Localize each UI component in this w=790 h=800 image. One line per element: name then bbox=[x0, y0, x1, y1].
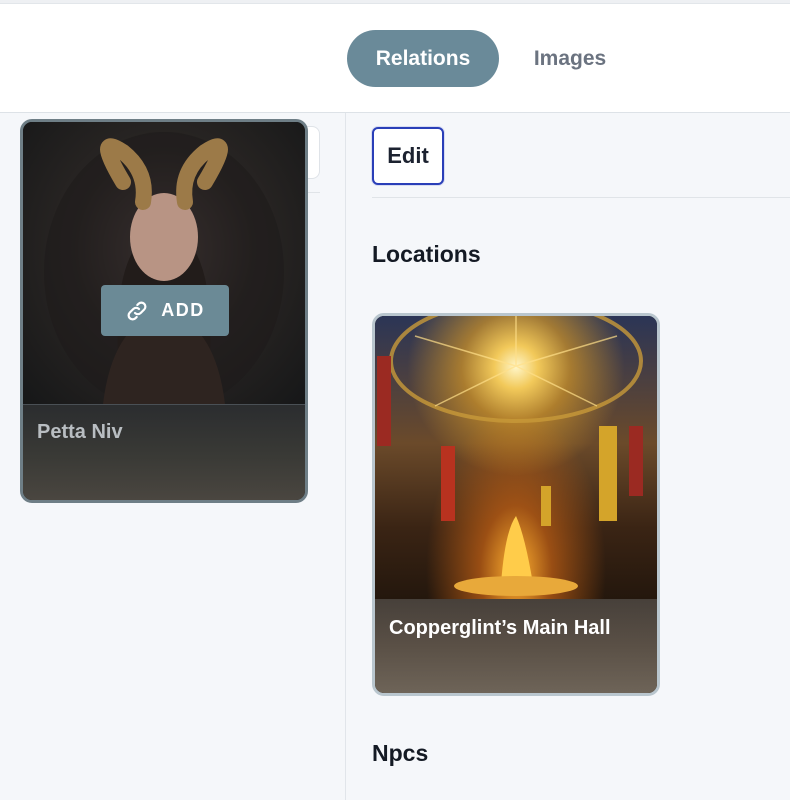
section-title-npcs: Npcs bbox=[372, 740, 429, 766]
location-caption: Copperglint’s Main Hall bbox=[375, 599, 657, 693]
section-title-locations: Locations bbox=[372, 241, 481, 267]
add-relation-button[interactable]: ADD bbox=[101, 285, 229, 336]
link-icon bbox=[127, 301, 147, 320]
location-card[interactable]: Copperglint’s Main Hall bbox=[372, 313, 660, 696]
add-button-label: ADD bbox=[161, 300, 205, 320]
npc-name: Petta Niv bbox=[37, 421, 123, 443]
toolbar-divider bbox=[372, 197, 790, 198]
location-image bbox=[375, 316, 657, 599]
npc-caption: Petta Niv bbox=[23, 404, 305, 500]
edit-button[interactable]: Edit bbox=[372, 127, 444, 185]
tab-relations[interactable]: Relations bbox=[347, 30, 499, 87]
tab-bar: Relations Images bbox=[0, 4, 790, 113]
npc-portrait-image bbox=[23, 122, 305, 412]
location-name: Copperglint’s Main Hall bbox=[389, 617, 611, 639]
npc-result-card[interactable]: ADD Petta Niv bbox=[20, 119, 308, 503]
tab-images[interactable]: Images bbox=[510, 30, 630, 87]
